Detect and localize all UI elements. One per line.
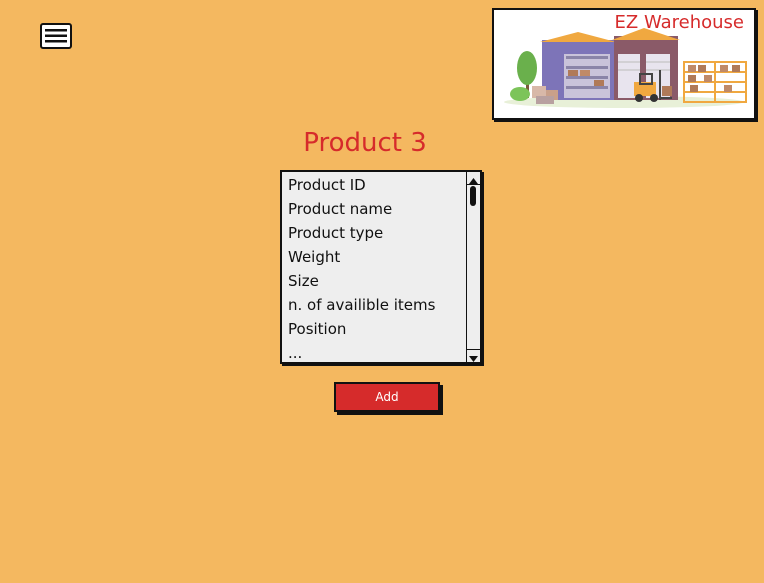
add-button[interactable]: Add (334, 382, 440, 412)
list-item-weight[interactable]: Weight (288, 248, 462, 272)
app-logo: EZ Warehouse (492, 8, 756, 120)
menu-button[interactable] (40, 23, 72, 49)
list-item-size[interactable]: Size (288, 272, 462, 296)
list-item-available-items[interactable]: n. of availible items (288, 296, 462, 320)
list-item-product-type[interactable]: Product type (288, 224, 462, 248)
product-fields-listbox[interactable]: Product ID Product name Product type Wei… (280, 170, 482, 364)
list-item-product-name[interactable]: Product name (288, 200, 462, 224)
list-item-position[interactable]: Position (288, 320, 462, 344)
page-title: Product 3 (303, 128, 427, 158)
product-fields-list: Product ID Product name Product type Wei… (288, 176, 462, 362)
scroll-thumb[interactable] (470, 186, 476, 206)
arrow-down-icon (469, 356, 478, 362)
scroll-down-button[interactable] (467, 349, 480, 362)
list-item-more[interactable]: ... (288, 344, 462, 362)
list-item-product-id[interactable]: Product ID (288, 176, 462, 200)
listbox-scrollbar[interactable] (466, 172, 480, 362)
hamburger-menu-icon (40, 23, 72, 49)
logo-title: EZ Warehouse (614, 12, 744, 33)
scroll-up-button[interactable] (467, 172, 480, 185)
